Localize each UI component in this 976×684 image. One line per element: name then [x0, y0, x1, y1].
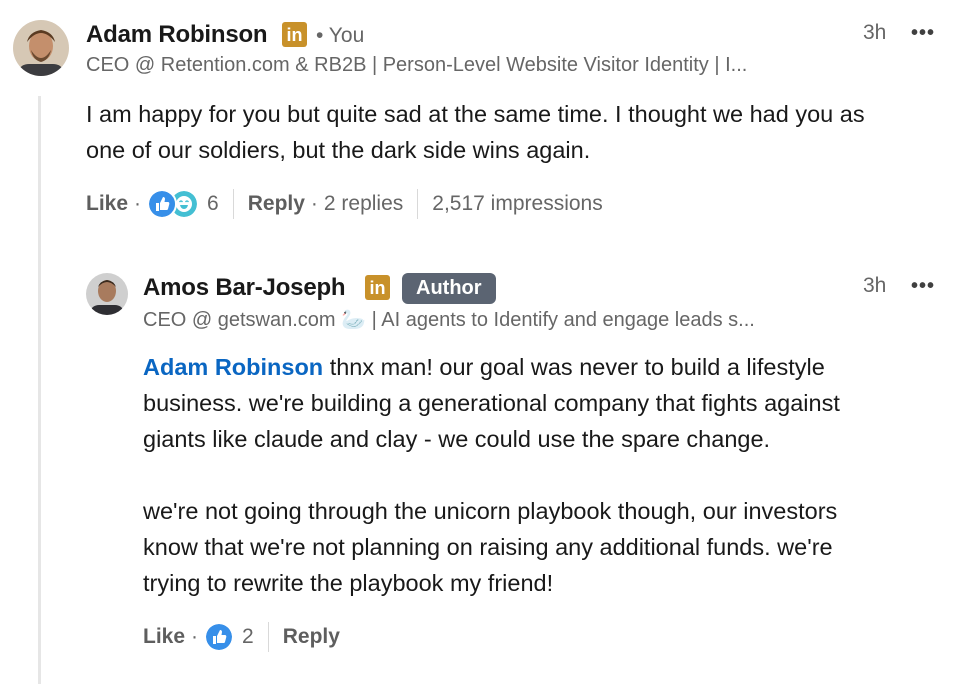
reactions[interactable]: 6: [147, 189, 219, 219]
comment-text-line: business. we're building a generational …: [143, 390, 840, 416]
timestamp: 3h: [863, 21, 887, 44]
reaction-count: 6: [207, 192, 219, 215]
separator-dot: ·: [191, 625, 199, 648]
impressions-count[interactable]: 2,517 impressions: [432, 192, 602, 216]
reactions[interactable]: 2: [204, 622, 254, 652]
comment-actions: Like · 6 Reply · 2 replies 2,517 impress…: [86, 188, 603, 220]
comment-text-line: Adam Robinson thnx man! our goal was nev…: [143, 349, 840, 385]
divider: [417, 189, 419, 219]
avatar[interactable]: [86, 273, 128, 315]
comment-text-segment: thnx man! our goal was never to build a …: [323, 354, 825, 380]
author-name[interactable]: Amos Bar-Joseph: [143, 274, 346, 302]
reaction-count: 2: [242, 625, 254, 648]
comment-text: I am happy for you but quite sad at the …: [86, 96, 865, 168]
comment-text-line: I am happy for you but quite sad at the …: [86, 101, 865, 127]
linkedin-premium-icon: in: [282, 22, 307, 47]
like-icon: [147, 189, 178, 219]
comment-actions: Like · 2 Reply: [143, 621, 340, 653]
timestamp: 3h: [863, 274, 887, 297]
comment-text-line: giants like claude and clay - we could u…: [143, 426, 771, 452]
divider: [232, 189, 234, 219]
comment-text-line: we're not going through the unicorn play…: [143, 498, 838, 524]
like-button[interactable]: Like: [143, 625, 185, 649]
thread-line: [38, 96, 41, 684]
like-icon: [204, 622, 235, 652]
you-label: • You: [316, 24, 365, 47]
author-headline: CEO @ Retention.com & RB2B | Person-Leve…: [86, 54, 748, 76]
replies-link[interactable]: 2 replies: [324, 192, 403, 216]
comment-text-line: trying to rewrite the playbook my friend…: [143, 570, 554, 596]
more-options-icon[interactable]: •••: [911, 275, 935, 298]
more-options-icon[interactable]: •••: [911, 22, 935, 45]
comment-text-line: know that we're not planning on raising …: [143, 534, 833, 560]
comment-text-line: one of our soldiers, but the dark side w…: [86, 137, 591, 163]
separator-dot: ·: [134, 192, 142, 215]
separator-dot: ·: [310, 192, 318, 215]
like-button[interactable]: Like: [86, 192, 128, 216]
reply-button[interactable]: Reply: [248, 192, 305, 216]
comment-text: Adam Robinson thnx man! our goal was nev…: [143, 349, 840, 601]
divider: [267, 622, 269, 652]
reply-button[interactable]: Reply: [283, 625, 340, 649]
author-headline: CEO @ getswan.com 🦢 | AI agents to Ident…: [143, 309, 755, 331]
author-name[interactable]: Adam Robinson: [86, 21, 268, 49]
author-badge: Author: [402, 273, 496, 304]
linkedin-premium-icon: in: [365, 275, 390, 300]
mention-link[interactable]: Adam Robinson: [143, 354, 323, 380]
avatar[interactable]: [13, 20, 69, 76]
